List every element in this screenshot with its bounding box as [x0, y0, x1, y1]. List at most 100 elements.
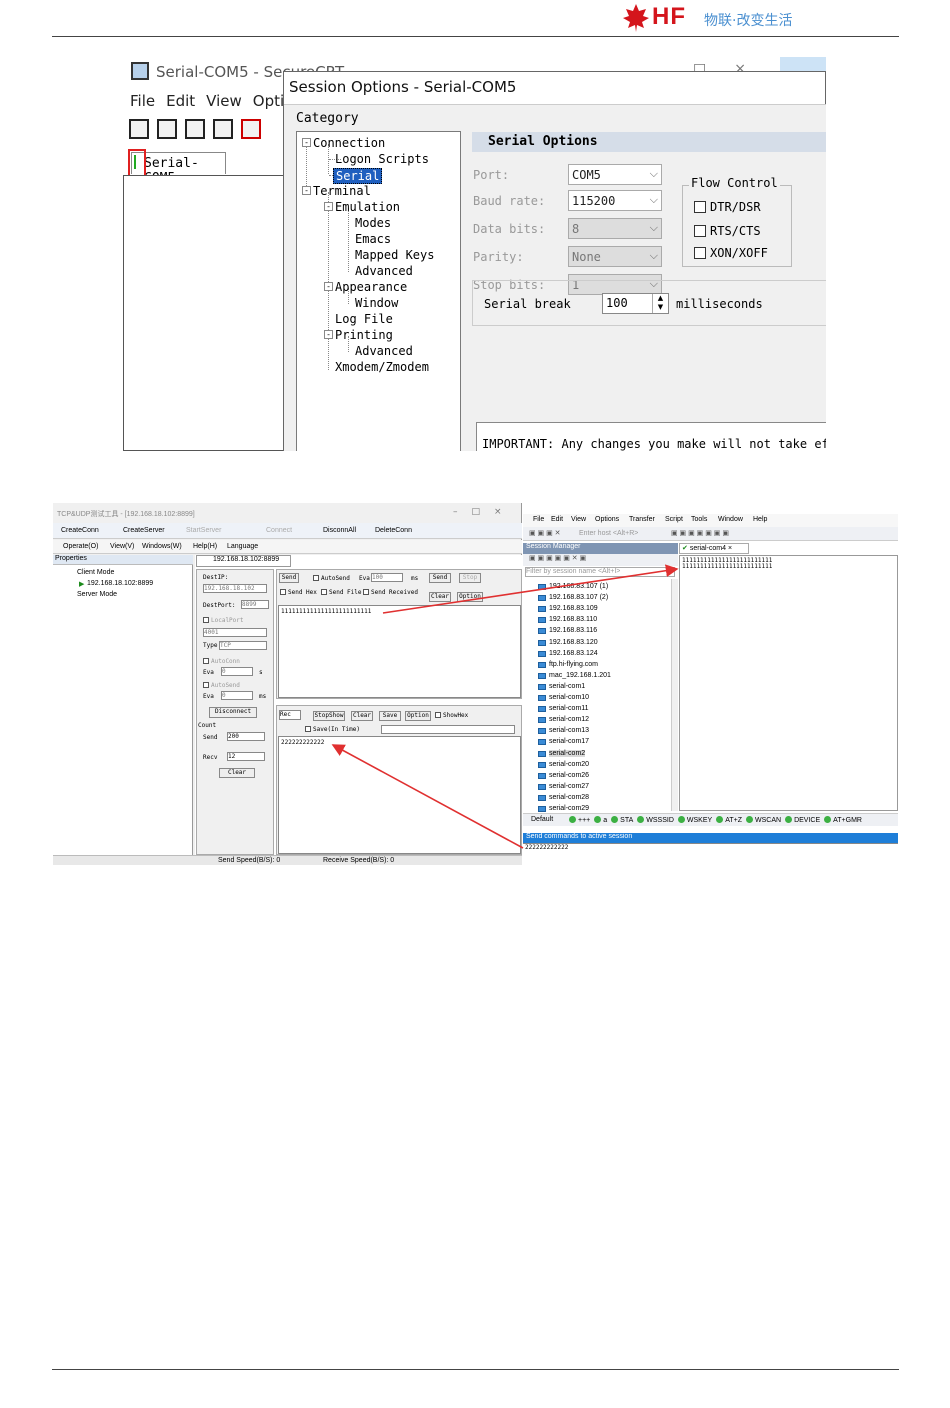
- connect-icon[interactable]: [129, 119, 149, 139]
- send-option-button[interactable]: Option: [457, 592, 483, 602]
- menu-options[interactable]: Options: [595, 516, 619, 523]
- session-list-item[interactable]: 192.168.83.107 (2): [538, 594, 608, 602]
- session-list-item[interactable]: serial-com17: [538, 738, 589, 746]
- tree-item[interactable]: Modes: [355, 216, 391, 230]
- tree-item[interactable]: Mapped Keys: [355, 248, 434, 262]
- button-bar-item[interactable]: AT+Z: [725, 817, 742, 824]
- button-bar-item[interactable]: STA: [620, 817, 633, 824]
- tree-item[interactable]: Printing: [335, 328, 393, 342]
- menu-edit[interactable]: Edit: [166, 92, 195, 110]
- baud-select[interactable]: 115200 ⌵: [568, 190, 662, 211]
- session-list-item[interactable]: 192.168.83.116: [538, 627, 597, 635]
- session-list-item[interactable]: serial-com28: [538, 794, 589, 801]
- session-list-item[interactable]: serial-com12: [538, 716, 589, 724]
- recv-option-button[interactable]: Option: [405, 711, 431, 721]
- tree-item[interactable]: Appearance: [335, 280, 407, 294]
- session-list-scrollbar[interactable]: [671, 579, 678, 811]
- delete-conn-button[interactable]: DeleteConn: [375, 527, 412, 534]
- command-input[interactable]: 222222222222: [523, 843, 898, 855]
- send-file-checkbox[interactable]: Send File: [321, 589, 362, 596]
- tree-item[interactable]: Xmodem/Zmodem: [335, 360, 429, 374]
- quick-connect-icon[interactable]: [157, 119, 177, 139]
- tree-collapse-icon[interactable]: -: [302, 138, 311, 147]
- menu-operate[interactable]: Operate(O): [63, 543, 98, 550]
- session-list-item[interactable]: 192.168.83.120: [538, 639, 598, 646]
- tree-item-selected[interactable]: Serial: [333, 168, 383, 184]
- autosend-checkbox[interactable]: AutoSend: [313, 575, 350, 582]
- button-bar-item[interactable]: WSSSID: [646, 817, 674, 824]
- terminal-output[interactable]: 1111111111111111111111111 11111111111111…: [679, 555, 898, 811]
- menu-language[interactable]: Language: [227, 543, 258, 550]
- tree-client-mode[interactable]: Client Mode: [77, 569, 114, 576]
- port-select[interactable]: COM5 ⌵: [568, 164, 662, 185]
- clear-recv-button[interactable]: Clear: [351, 711, 373, 721]
- session-list-item[interactable]: mac_192.168.1.201: [538, 672, 611, 679]
- toolbar-icons[interactable]: ▣ ▣ ▣ ✕: [529, 529, 561, 537]
- menu-transfer[interactable]: Transfer: [629, 516, 655, 523]
- tree-item[interactable]: Window: [355, 296, 398, 310]
- session-list-item[interactable]: serial-com26: [538, 772, 589, 779]
- start-server-button[interactable]: StartServer: [186, 527, 221, 534]
- disconnect-icon[interactable]: [241, 119, 261, 139]
- button-bar-item[interactable]: a: [603, 817, 607, 824]
- button-bar-item[interactable]: WSCAN: [755, 817, 781, 824]
- session-list-item[interactable]: 192.168.83.110: [538, 616, 597, 624]
- tree-collapse-icon[interactable]: -: [324, 202, 333, 211]
- session-filter-input[interactable]: Filter by session name <Alt+I>: [525, 567, 675, 577]
- button-bar-default[interactable]: Default: [531, 816, 553, 823]
- local-port-checkbox[interactable]: LocalPort: [203, 617, 244, 624]
- session-list-item[interactable]: serial-com10: [538, 694, 589, 701]
- stop-show-button[interactable]: StopShow: [313, 711, 345, 721]
- menu-help[interactable]: Help(H): [193, 543, 217, 550]
- session-list-item[interactable]: ftp.hi-flying.com: [538, 661, 598, 668]
- disconnect-button[interactable]: Disconnect: [209, 707, 257, 718]
- session-list-item[interactable]: serial-com13: [538, 727, 589, 735]
- menu-tools[interactable]: Tools: [691, 516, 707, 523]
- reconnect-icon[interactable]: [213, 119, 233, 139]
- tree-item[interactable]: Advanced: [355, 344, 413, 358]
- menu-script[interactable]: Script: [665, 516, 683, 523]
- type-select[interactable]: TCP: [219, 641, 267, 650]
- send-hex-checkbox[interactable]: Send Hex: [280, 589, 317, 596]
- disconn-all-button[interactable]: DisconnAll: [323, 527, 356, 534]
- terminal-tab[interactable]: ✔ serial-com4 ×: [679, 543, 749, 554]
- dest-port-input[interactable]: 8899: [241, 600, 269, 609]
- session-list-item[interactable]: serial-com29: [538, 805, 589, 812]
- receive-textarea[interactable]: 222222222222: [278, 736, 521, 854]
- tree-connection[interactable]: 192.168.18.102:8899: [87, 580, 153, 587]
- send-label-button[interactable]: Send: [279, 573, 299, 583]
- session-list-item[interactable]: serial-com2: [538, 749, 586, 757]
- send-button[interactable]: Send: [429, 573, 451, 583]
- save-button[interactable]: Save: [379, 711, 401, 721]
- rts-cts-checkbox[interactable]: RTS/CTS: [694, 224, 761, 238]
- connection-tab[interactable]: 192.168.18.102:8899: [196, 555, 291, 567]
- menu-view[interactable]: View(V): [110, 543, 134, 550]
- eva2-input[interactable]: 0: [221, 691, 253, 700]
- local-port-input[interactable]: 4001: [203, 628, 267, 637]
- session-list-item[interactable]: serial-com27: [538, 783, 589, 790]
- button-bar-item[interactable]: +++: [578, 817, 590, 824]
- terminal-area[interactable]: [123, 175, 285, 451]
- tree-server-mode[interactable]: Server Mode: [77, 591, 117, 598]
- session-list-item[interactable]: serial-com20: [538, 761, 589, 768]
- connect-tab-icon[interactable]: [185, 119, 205, 139]
- button-bar-item[interactable]: AT+GMR: [833, 817, 862, 824]
- xon-xoff-checkbox[interactable]: XON/XOFF: [694, 246, 768, 260]
- menu-windows[interactable]: Windows(W): [142, 543, 182, 550]
- auto-conn-checkbox[interactable]: AutoConn: [203, 658, 240, 665]
- session-toolbar-icons[interactable]: ▣ ▣ ▣ ▣ ▣ ✕ ▣: [529, 555, 586, 562]
- send-received-checkbox[interactable]: Send Received: [363, 589, 418, 596]
- tree-item[interactable]: Emulation: [335, 200, 400, 214]
- tree-item[interactable]: Logon Scripts: [335, 152, 429, 166]
- tree-item[interactable]: Log File: [335, 312, 393, 326]
- stop-button[interactable]: Stop: [459, 573, 481, 583]
- tree-item[interactable]: Emacs: [355, 232, 391, 246]
- eva-input[interactable]: 0: [221, 667, 253, 676]
- session-list-item[interactable]: serial-com1: [538, 683, 585, 690]
- session-list-item[interactable]: serial-com11: [538, 705, 589, 713]
- menu-edit[interactable]: Edit: [551, 516, 563, 523]
- menu-view[interactable]: View: [571, 516, 586, 523]
- spinner-arrows-icon[interactable]: ▲ ▼: [652, 294, 668, 313]
- connect-button[interactable]: Connect: [266, 527, 292, 534]
- menu-help[interactable]: Help: [753, 516, 767, 523]
